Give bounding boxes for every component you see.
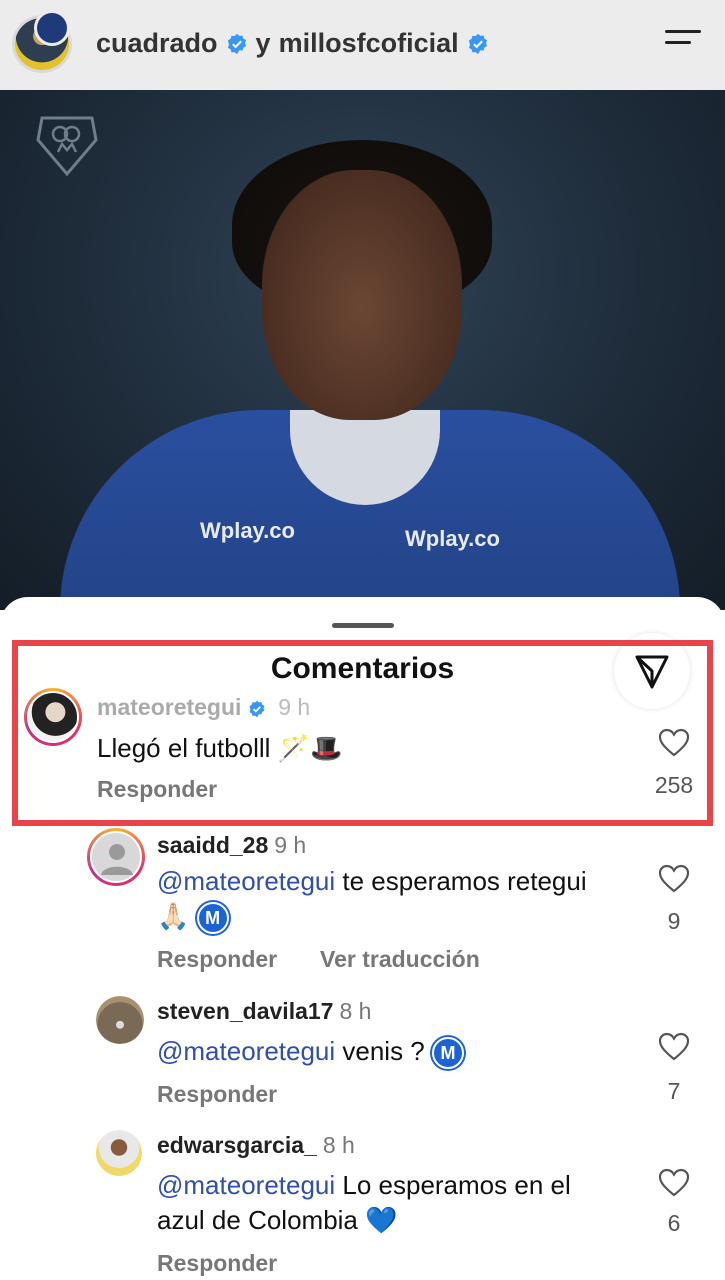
commenter-avatar[interactable] bbox=[87, 828, 145, 886]
reply-button[interactable]: Responder bbox=[97, 776, 217, 803]
millos-avatar[interactable] bbox=[34, 10, 70, 46]
like-count: 6 bbox=[667, 1210, 681, 1236]
heart-icon[interactable] bbox=[658, 1168, 690, 1198]
comment-time: 8 h bbox=[339, 998, 372, 1024]
comment-text: @mateoretegui te esperamos retegui 🙏🏻 M bbox=[157, 864, 597, 935]
translate-button[interactable]: Ver traducción bbox=[320, 946, 480, 973]
player-face bbox=[262, 170, 462, 420]
heart-icon[interactable] bbox=[658, 1032, 690, 1062]
comment-time: 9 h bbox=[274, 832, 307, 858]
author-connector: y bbox=[255, 28, 271, 58]
sponsor-logo-right: Wplay.co bbox=[405, 526, 500, 551]
comment-text: @mateoretegui venis ? M bbox=[157, 1034, 464, 1070]
verified-icon bbox=[227, 33, 246, 54]
reply-button[interactable]: Responder bbox=[157, 946, 277, 973]
commenter-avatar[interactable] bbox=[96, 1130, 142, 1176]
millonarios-m-icon: M bbox=[196, 902, 229, 935]
sheet-grabber[interactable] bbox=[332, 623, 394, 628]
author-millos[interactable]: millosfcoficial bbox=[279, 28, 459, 59]
reply-button[interactable]: Responder bbox=[157, 1250, 277, 1277]
like-count: 258 bbox=[654, 772, 694, 798]
verified-icon bbox=[249, 700, 265, 718]
author-cuadrado[interactable]: cuadrado bbox=[96, 28, 218, 59]
mention-link[interactable]: @mateoretegui bbox=[157, 1170, 335, 1200]
post-image[interactable]: Wplay.co Wplay.co bbox=[0, 90, 725, 610]
like-count: 9 bbox=[667, 908, 681, 934]
comment-text: Llegó el futbolll 🪄🎩 bbox=[97, 733, 343, 763]
millonarios-crest-icon bbox=[36, 116, 98, 177]
comment-time: 8 h bbox=[322, 1132, 355, 1158]
menu-icon[interactable] bbox=[665, 30, 701, 58]
send-icon bbox=[635, 655, 669, 689]
commenter-avatar[interactable] bbox=[24, 688, 82, 746]
verified-icon bbox=[468, 33, 487, 54]
comment-username[interactable]: edwarsgarcia_ 8 h bbox=[157, 1132, 355, 1159]
default-avatar-icon bbox=[101, 844, 133, 875]
mention-link[interactable]: @mateoretegui bbox=[157, 866, 335, 896]
comment-username[interactable]: steven_davila17 8 h bbox=[157, 998, 371, 1025]
commenter-avatar[interactable] bbox=[96, 996, 144, 1044]
mention-link[interactable]: @mateoretegui bbox=[157, 1036, 335, 1066]
post-authors: cuadrado y millosfcoficial bbox=[96, 28, 489, 59]
post-header: cuadrado y millosfcoficial bbox=[0, 0, 725, 90]
heart-icon[interactable] bbox=[658, 864, 690, 894]
millonarios-m-icon: M bbox=[432, 1037, 464, 1070]
comment-username[interactable]: saaidd_28 9 h bbox=[157, 832, 306, 859]
heart-icon[interactable] bbox=[658, 728, 690, 758]
share-button[interactable] bbox=[614, 633, 690, 709]
reply-button[interactable]: Responder bbox=[157, 1081, 277, 1108]
like-count: 7 bbox=[667, 1078, 681, 1104]
sponsor-logo-left: Wplay.co bbox=[200, 518, 295, 543]
comment-text: @mateoretegui Lo esperamos en el azul de… bbox=[157, 1170, 571, 1235]
comment-time: 9 h bbox=[278, 694, 311, 720]
comment-username[interactable]: mateoretegui 9 h bbox=[97, 694, 310, 721]
